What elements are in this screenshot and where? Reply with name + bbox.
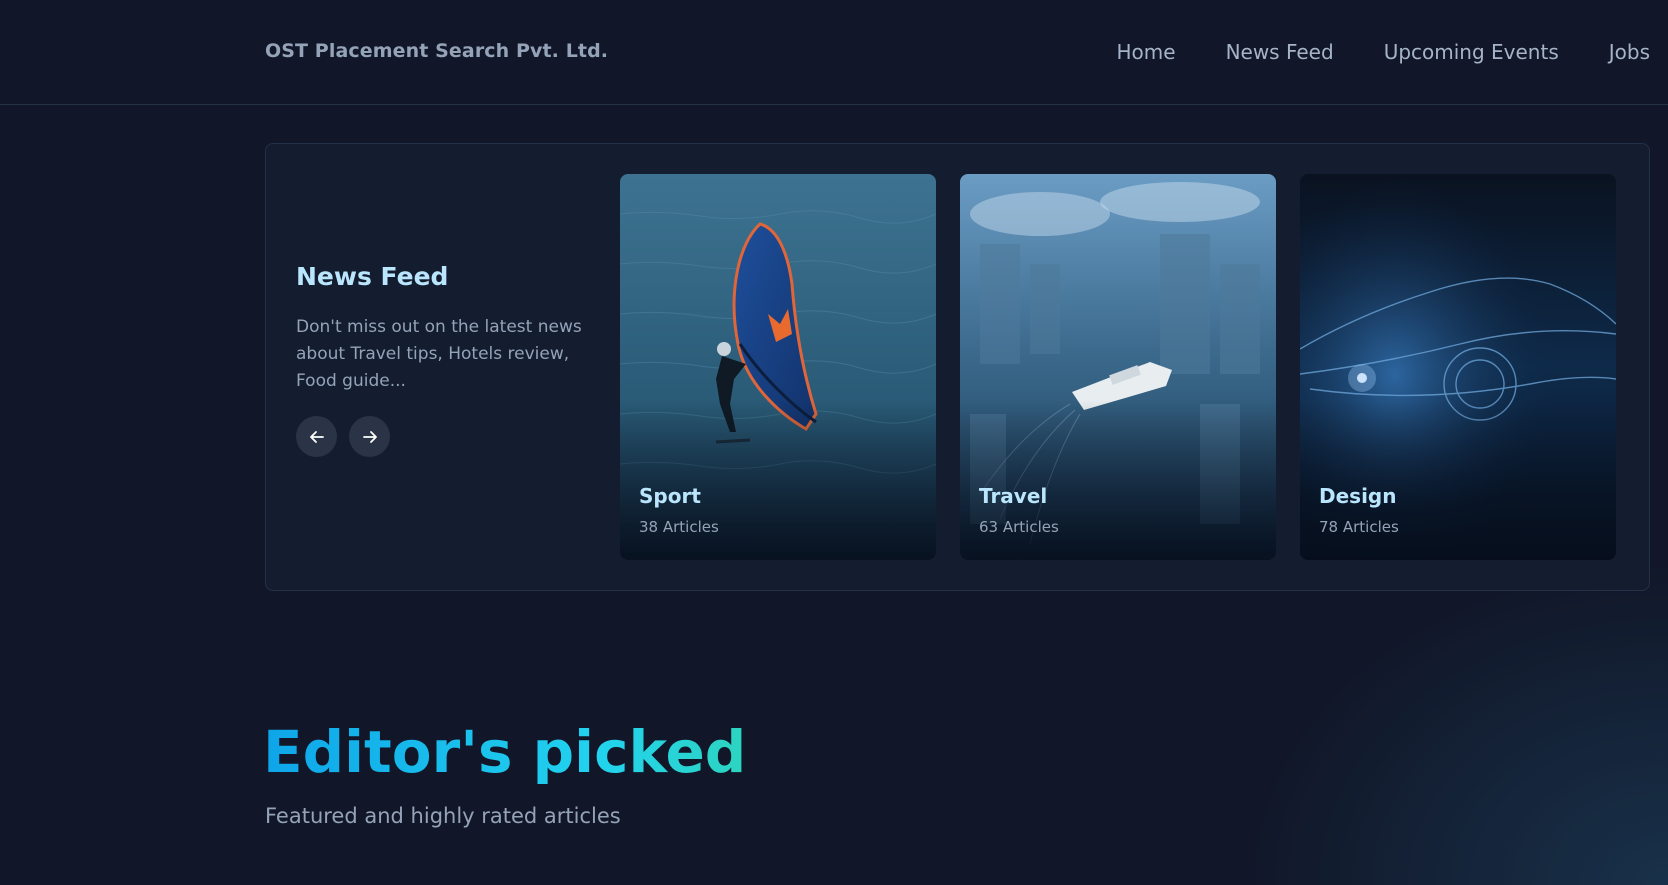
nav-upcoming-events[interactable]: Upcoming Events bbox=[1384, 40, 1559, 64]
card-shade bbox=[620, 400, 936, 560]
card-article-count: 78 Articles bbox=[1319, 518, 1399, 536]
nav-home[interactable]: Home bbox=[1117, 40, 1176, 64]
card-title: Travel bbox=[979, 484, 1048, 508]
card-article-count: 63 Articles bbox=[979, 518, 1059, 536]
card-title: Sport bbox=[639, 484, 701, 508]
main-nav: Home News Feed Upcoming Events Jobs bbox=[1117, 40, 1651, 64]
news-feed-panel: News Feed Don't miss out on the latest n… bbox=[265, 143, 1650, 591]
card-title: Design bbox=[1319, 484, 1397, 508]
carousel-controls bbox=[296, 416, 390, 457]
editors-picked-subtitle: Featured and highly rated articles bbox=[265, 804, 621, 828]
arrow-left-icon bbox=[309, 430, 324, 443]
card-shade bbox=[960, 400, 1276, 560]
news-feed-description: Don't miss out on the latest news about … bbox=[296, 317, 582, 391]
page: OST Placement Search Pvt. Ltd. Home News… bbox=[0, 0, 1668, 885]
arrow-right-icon bbox=[362, 430, 377, 443]
category-card-design[interactable]: Design 78 Articles bbox=[1300, 174, 1616, 560]
editors-picked-title: Editor's picked bbox=[263, 718, 747, 786]
brand-logo-text[interactable]: OST Placement Search Pvt. Ltd. bbox=[265, 40, 608, 62]
category-cards: Sport 38 Articles Travel 63 Articles Des… bbox=[620, 174, 1616, 560]
next-button[interactable] bbox=[349, 416, 390, 457]
category-card-sport[interactable]: Sport 38 Articles bbox=[620, 174, 936, 560]
site-header: OST Placement Search Pvt. Ltd. Home News… bbox=[0, 0, 1668, 105]
category-card-travel[interactable]: Travel 63 Articles bbox=[960, 174, 1276, 560]
card-article-count: 38 Articles bbox=[639, 518, 719, 536]
nav-news-feed[interactable]: News Feed bbox=[1226, 40, 1334, 64]
news-feed-title: News Feed bbox=[296, 262, 449, 291]
nav-jobs[interactable]: Jobs bbox=[1609, 40, 1650, 64]
card-shade bbox=[1300, 400, 1616, 560]
prev-button[interactable] bbox=[296, 416, 337, 457]
